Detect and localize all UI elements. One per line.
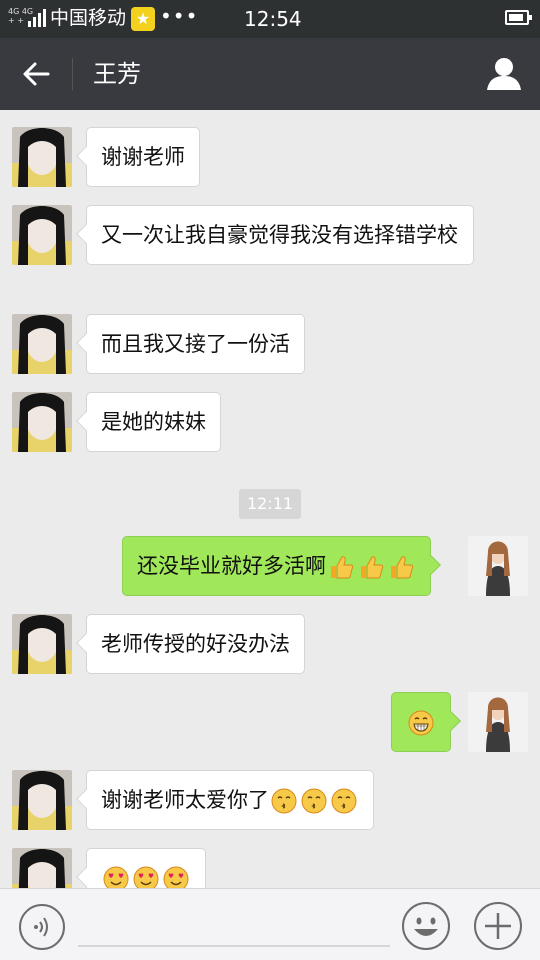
battery-icon (505, 10, 532, 25)
contact-avatar[interactable] (12, 770, 72, 830)
message-text: 老师传授的好没办法 (101, 632, 290, 656)
message-bubble[interactable] (86, 848, 206, 888)
plus-icon[interactable] (473, 901, 523, 951)
thumbs-up-icon (391, 556, 414, 579)
contact-avatar[interactable] (12, 614, 72, 674)
message-text: 还没毕业就好多活啊 (137, 554, 326, 578)
kiss-face-icon (271, 788, 297, 814)
message-text: 谢谢老师 (101, 145, 185, 169)
contact-avatar[interactable] (12, 392, 72, 452)
contact-avatar[interactable] (12, 848, 72, 888)
heart-eyes-icon (133, 866, 159, 888)
self-avatar[interactable] (468, 536, 528, 596)
message-text: 而且我又接了一份活 (101, 332, 290, 356)
message-bubble[interactable]: 而且我又接了一份活 (86, 314, 305, 374)
grin-icon (408, 710, 434, 736)
thumbs-up-icon (331, 556, 354, 579)
person-icon[interactable] (485, 56, 523, 92)
message-bubble[interactable]: 还没毕业就好多活啊 (122, 536, 431, 596)
heart-eyes-icon (103, 866, 129, 888)
time-divider: 12:11 (239, 489, 301, 519)
message-bubble[interactable]: 是她的妹妹 (86, 392, 221, 452)
star-badge-icon: ★ (131, 7, 155, 31)
kiss-face-icon (301, 788, 327, 814)
message-bubble[interactable]: 谢谢老师太爱你了 (86, 770, 374, 830)
message-text: 谢谢老师太爱你了 (101, 788, 269, 812)
contact-avatar[interactable] (12, 205, 72, 265)
status-time: 12:54 (244, 7, 302, 31)
message-list[interactable]: 谢谢老师 又一次让我自豪觉得我没有选择错学校 而且我又接了一份活 是她的妹妹 1… (0, 110, 540, 888)
message-bubble[interactable]: 老师传授的好没办法 (86, 614, 305, 674)
message-text: 又一次让我自豪觉得我没有选择错学校 (101, 223, 458, 247)
voice-icon[interactable] (18, 903, 66, 951)
chat-header: 王芳 (0, 38, 540, 110)
message-input[interactable] (78, 945, 390, 947)
contact-name: 王芳 (93, 60, 141, 88)
signal-icon (28, 9, 46, 27)
message-bubble[interactable] (391, 692, 451, 752)
status-bar: 4G 4G + + 中国移动 ★ ••• 12:54 (0, 0, 540, 38)
header-divider (72, 58, 73, 90)
message-bubble[interactable]: 又一次让我自豪觉得我没有选择错学校 (86, 205, 474, 265)
arrow-left-icon[interactable] (18, 56, 54, 92)
contact-avatar[interactable] (12, 127, 72, 187)
heart-eyes-icon (163, 866, 189, 888)
kiss-face-icon (331, 788, 357, 814)
smiley-icon[interactable] (401, 901, 451, 951)
carrier-name: 中国移动 (50, 7, 127, 29)
thumbs-up-icon (361, 556, 384, 579)
message-text: 是她的妹妹 (101, 410, 206, 434)
more-notifications-icon: ••• (160, 4, 199, 28)
message-bubble[interactable]: 谢谢老师 (86, 127, 200, 187)
self-avatar[interactable] (468, 692, 528, 752)
contact-avatar[interactable] (12, 314, 72, 374)
battery-level (509, 14, 523, 21)
input-bar (0, 888, 540, 960)
